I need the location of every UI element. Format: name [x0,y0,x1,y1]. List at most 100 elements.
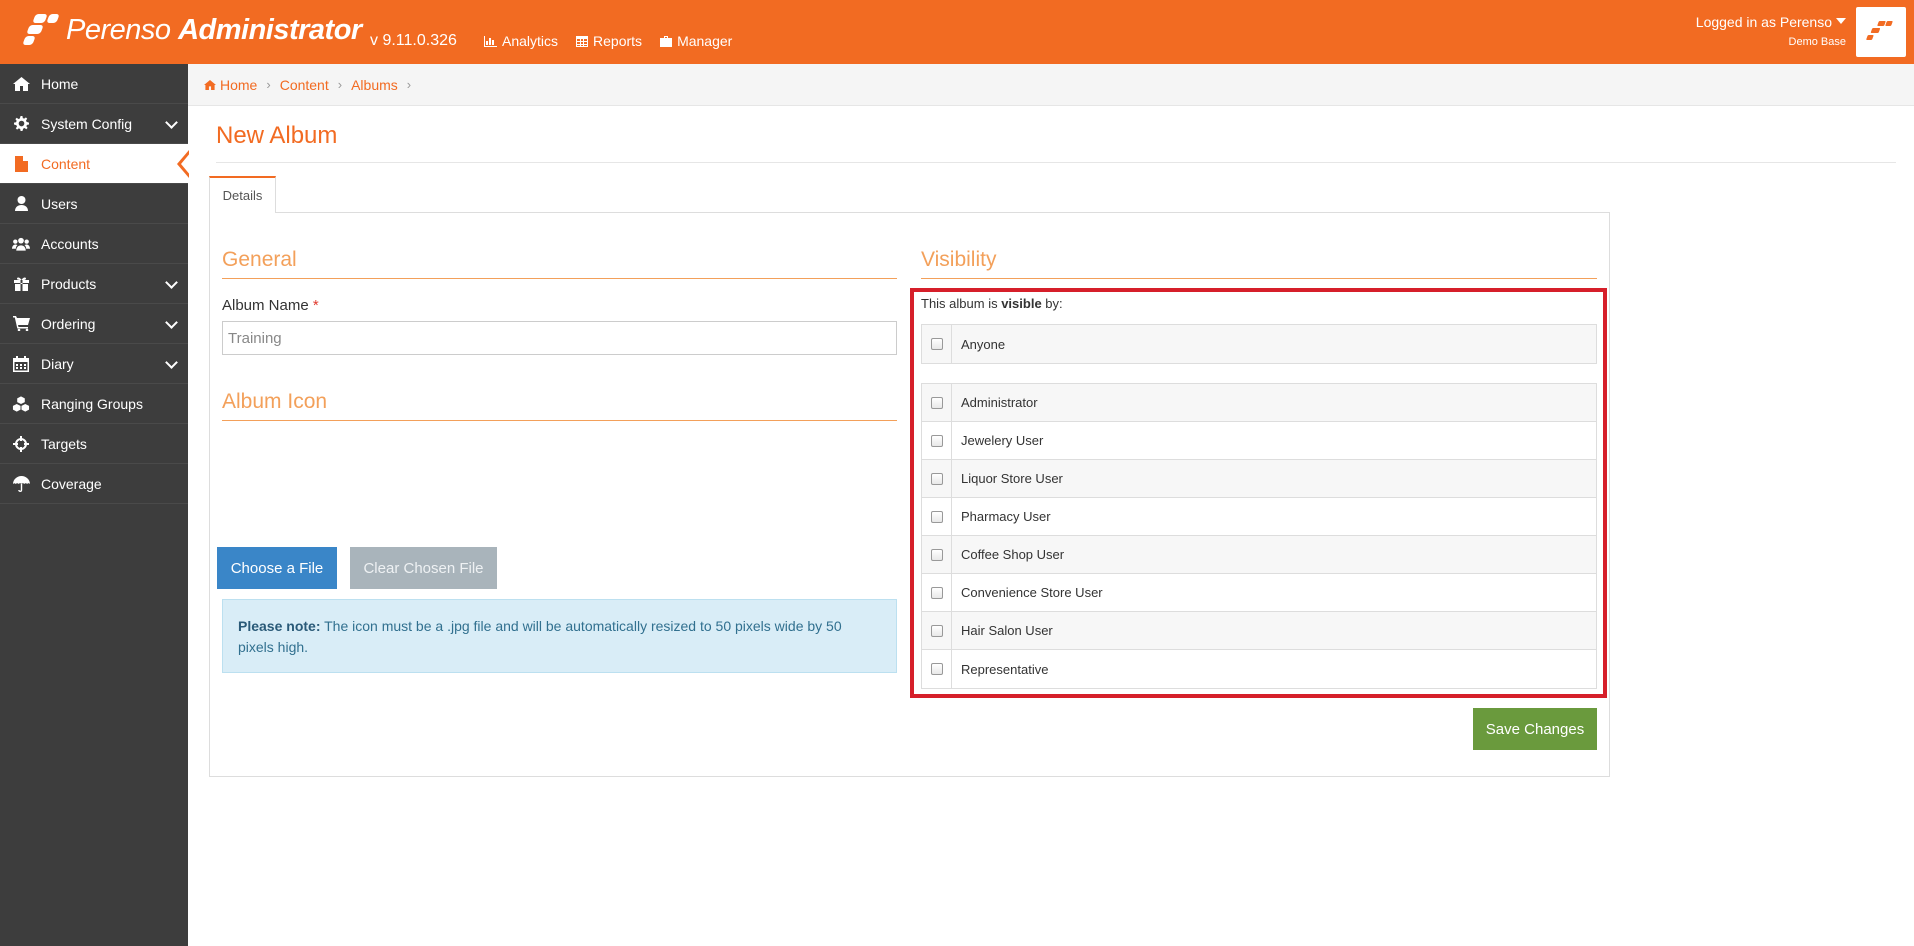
breadcrumb-home[interactable]: Home [220,77,257,93]
chevron-right-icon: › [406,77,412,92]
calendar-icon [12,355,30,373]
sidebar-item-label: Ranging Groups [41,395,143,412]
user-menu[interactable]: Logged in as Perenso Demo Base [1696,14,1846,48]
sidebar-item-targets[interactable]: Targets [0,424,188,464]
chevron-right-icon: › [266,77,271,92]
role-checkbox[interactable] [930,510,943,523]
role-checkbox[interactable] [930,663,943,675]
chevron-down-icon [165,276,178,289]
database-label: Demo Base [1788,36,1846,48]
nav-analytics[interactable]: Analytics [484,33,558,49]
clear-file-button[interactable]: Clear Chosen File [350,547,497,589]
caret-down-icon [1836,18,1846,24]
users-icon [12,235,30,253]
visibility-intro: This album is visible by: [921,296,1063,311]
chevron-down-icon [165,316,178,329]
sidebar-item-ranging-groups[interactable]: Ranging Groups [0,384,188,424]
sidebar-item-label: Products [41,275,97,292]
sidebar-item-home[interactable]: Home [0,64,188,104]
sidebar-item-ordering[interactable]: Ordering [0,304,188,344]
sidebar-item-diary[interactable]: Diary [0,344,188,384]
sidebar-item-label: Targets [41,435,87,452]
visibility-row-administrator[interactable]: Administrator [922,384,1596,422]
tab-details[interactable]: Details [209,176,276,213]
page-title: New Album [216,122,338,149]
role-checkbox[interactable] [930,472,943,485]
perenso-logo-icon [22,12,60,48]
sidebar-item-coverage[interactable]: Coverage [0,464,188,504]
visibility-row-anyone[interactable]: Anyone [922,325,1596,363]
visibility-divider [921,278,1597,279]
visibility-roles-table: Administrator Jewelery User Liquor Store… [921,383,1597,689]
crosshairs-icon [12,435,30,453]
visibility-row-convenience-store-user[interactable]: Convenience Store User [922,574,1596,612]
chevron-down-icon [165,116,178,129]
sidebar-item-users[interactable]: Users [0,184,188,224]
visibility-row-label: Anyone [961,336,1006,352]
sidebar-item-label: Users [41,195,78,212]
visibility-row-label: Administrator [961,395,1038,410]
cart-icon [12,315,30,333]
table-icon [576,35,589,47]
sidebar-item-label: Diary [41,355,74,372]
sidebar-item-system-config[interactable]: System Config [0,104,188,144]
breadcrumb-albums[interactable]: Albums [351,77,398,93]
role-checkbox[interactable] [930,548,943,561]
visibility-row-coffee-shop-user[interactable]: Coffee Shop User [922,536,1596,574]
user-icon [12,195,30,213]
perenso-logo-icon [1866,21,1893,40]
visibility-row-label: Representative [961,661,1049,677]
avatar[interactable] [1856,7,1906,57]
sidebar-item-content[interactable]: Content [0,144,191,184]
visibility-row-label: Hair Salon User [961,623,1053,638]
nav-manager[interactable]: Manager [660,33,732,49]
general-heading: General [222,248,297,271]
briefcase-icon [660,35,673,47]
sidebar-item-accounts[interactable]: Accounts [0,224,188,264]
sidebar-item-label: Ordering [41,315,96,332]
visibility-row-liquor-store-user[interactable]: Liquor Store User [922,460,1596,498]
choose-file-button[interactable]: Choose a File [217,547,337,589]
visibility-row-label: Convenience Store User [961,585,1103,600]
album-name-label: Album Name * [222,297,319,314]
visibility-row-pharmacy-user[interactable]: Pharmacy User [922,498,1596,536]
visibility-row-label: Coffee Shop User [961,547,1065,562]
home-icon [12,75,30,93]
role-checkbox[interactable] [930,624,943,637]
role-checkbox[interactable] [930,586,943,599]
note-strong: Please note: [238,618,321,634]
visibility-row-label: Jewelery User [961,433,1044,448]
visibility-row-jewelery-user[interactable]: Jewelery User [922,422,1596,460]
bar-chart-icon [484,35,497,47]
title-divider [216,162,1896,163]
home-icon [204,79,216,90]
save-changes-button[interactable]: Save Changes [1473,708,1597,750]
sidebar-item-label: Accounts [41,235,99,252]
nav-reports-label: Reports [593,33,643,49]
album-name-input[interactable] [222,321,897,355]
general-divider [222,278,897,279]
umbrella-icon [12,475,30,493]
role-checkbox[interactable] [930,396,943,409]
visibility-row-label: Pharmacy User [961,509,1051,524]
sidebar-item-label: System Config [41,115,133,132]
nav-reports[interactable]: Reports [576,33,642,49]
required-mark: * [312,297,319,314]
breadcrumb: Home › Content › Albums › [188,64,1914,106]
icon-note: Please note: The icon must be a .jpg fil… [222,599,897,673]
role-checkbox[interactable] [930,434,943,447]
visibility-row-hair-salon-user[interactable]: Hair Salon User [922,612,1596,650]
version-label: v 9.11.0.326 [370,32,457,49]
cubes-icon [12,395,30,413]
top-nav: Analytics Reports Manager [484,33,732,49]
breadcrumb-content[interactable]: Content [280,77,329,93]
chevron-right-icon: › [337,77,343,92]
visibility-heading: Visibility [921,248,997,271]
sidebar-item-products[interactable]: Products [0,264,188,304]
visibility-row-representative[interactable]: Representative [922,650,1596,688]
album-icon-divider [222,420,897,421]
logo[interactable]: Perenso Administrator [22,10,362,50]
brand-suffix: Administrator [178,13,362,46]
anyone-checkbox[interactable] [930,338,943,350]
sidebar-item-label: Content [41,155,91,172]
